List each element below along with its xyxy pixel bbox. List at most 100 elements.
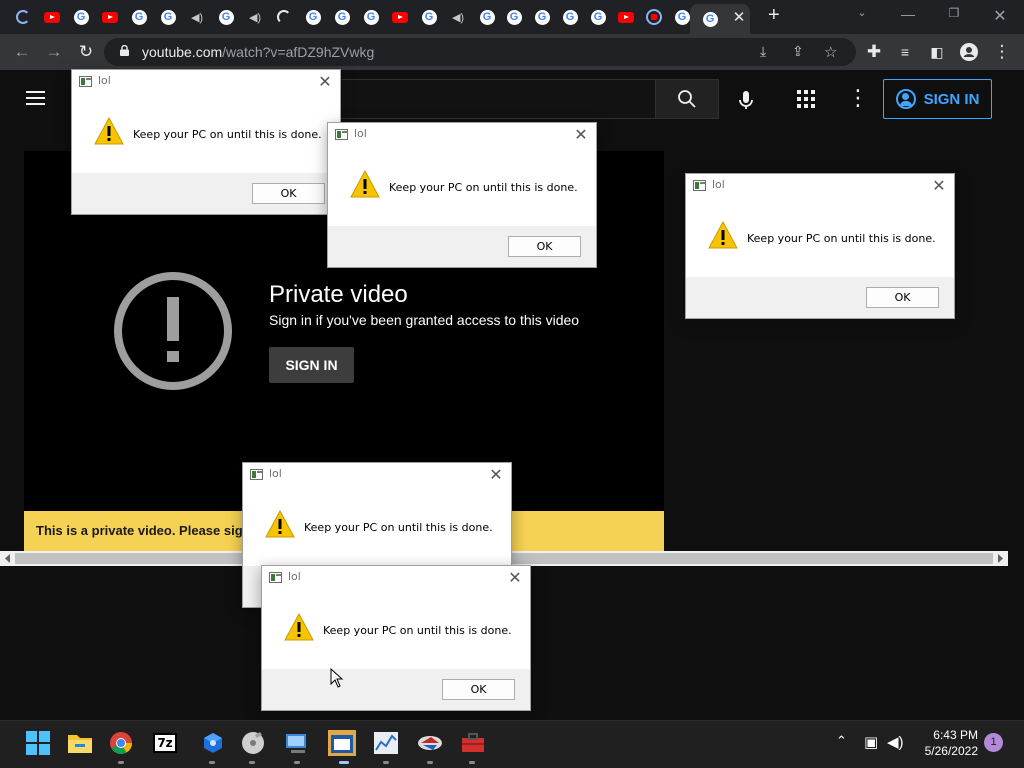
search-button[interactable] — [655, 79, 719, 119]
tab[interactable]: G — [157, 6, 179, 28]
app-disc-icon[interactable] — [239, 729, 267, 757]
close-icon[interactable]: ✕ — [571, 125, 591, 144]
bookmark-star-icon[interactable]: ☆ — [824, 43, 837, 61]
ok-button[interactable]: OK — [442, 679, 515, 700]
app-window-icon[interactable] — [328, 729, 356, 757]
start-icon[interactable] — [24, 729, 52, 757]
app-chart-icon[interactable] — [372, 729, 400, 757]
7zip-icon[interactable]: 7z — [151, 729, 179, 757]
extensions-icon[interactable]: ✚ — [862, 40, 886, 64]
install-icon[interactable]: ⤓ — [760, 43, 766, 60]
apps-grid-icon[interactable] — [797, 90, 815, 108]
tab[interactable] — [615, 6, 637, 28]
file-explorer-icon[interactable] — [66, 729, 94, 757]
tab[interactable] — [273, 6, 295, 28]
share-icon[interactable]: ⇪ — [792, 43, 804, 60]
forward-icon[interactable]: → — [42, 40, 66, 64]
dialog-footer: OK — [328, 226, 596, 267]
minimize-icon[interactable]: — — [898, 6, 918, 22]
sign-in-button[interactable]: SIGN IN — [883, 79, 992, 119]
url-host: youtube.com — [142, 44, 223, 60]
media-queue-icon[interactable]: ≡ — [893, 40, 917, 64]
clock[interactable]: 6:43 PM 5/26/2022 — [920, 727, 978, 759]
google-icon: G — [131, 9, 147, 25]
tab[interactable]: G — [587, 6, 609, 28]
tab[interactable]: G — [531, 6, 553, 28]
tab[interactable]: G — [476, 6, 498, 28]
warning-icon — [284, 613, 314, 641]
dialog-message: Keep your PC on until this is done. — [304, 521, 493, 534]
private-video-subtitle: Sign in if you've been granted access to… — [269, 312, 580, 328]
new-tab-button[interactable]: + — [768, 4, 780, 27]
app-window-icon — [79, 76, 92, 87]
app-pc-icon[interactable] — [283, 729, 311, 757]
google-icon: G — [479, 9, 495, 25]
player-sign-in-button[interactable]: SIGN IN — [269, 347, 354, 383]
scroll-left-icon[interactable] — [4, 554, 12, 563]
close-icon[interactable]: ✕ — [486, 465, 506, 484]
ok-button[interactable]: OK — [252, 183, 325, 204]
app-toolbox-icon[interactable] — [459, 729, 487, 757]
back-icon[interactable]: ← — [10, 40, 34, 64]
side-panel-icon[interactable]: ◧ — [925, 40, 949, 64]
show-hidden-icons-chevron-icon[interactable]: ⌃ — [836, 733, 847, 749]
youtube-icon — [618, 11, 634, 23]
close-icon[interactable]: ✕ — [315, 72, 335, 91]
network-icon[interactable]: ▣ — [864, 733, 878, 751]
menu-icon[interactable] — [26, 91, 45, 105]
google-icon: G — [160, 9, 176, 25]
dialog-title: lol — [98, 74, 111, 87]
mouse-cursor-icon — [330, 668, 344, 688]
running-indicator — [118, 761, 124, 764]
tab[interactable] — [99, 6, 121, 28]
microphone-icon[interactable] — [734, 88, 758, 117]
tab[interactable]: G — [360, 6, 382, 28]
google-icon: G — [534, 9, 550, 25]
app-butterfly-icon[interactable] — [416, 729, 444, 757]
tab[interactable] — [643, 6, 665, 28]
volume-icon[interactable]: ◀) — [887, 733, 904, 751]
ok-button[interactable]: OK — [508, 236, 581, 257]
ok-button[interactable]: OK — [866, 287, 939, 308]
tab[interactable] — [12, 6, 34, 28]
settings-more-icon[interactable]: ⋮ — [847, 87, 869, 109]
dialog-title: lol — [712, 178, 725, 191]
chrome-menu-icon[interactable]: ⋮ — [990, 40, 1014, 64]
chrome-icon[interactable] — [107, 729, 135, 757]
tab[interactable] — [41, 6, 63, 28]
clock-date: 5/26/2022 — [924, 744, 978, 758]
tab[interactable]: ◀) — [186, 6, 208, 28]
url-text: youtube.com/watch?v=afDZ9hZVwkg — [142, 44, 374, 60]
lock-icon — [120, 45, 129, 56]
tab[interactable]: G — [503, 6, 525, 28]
tab[interactable]: ◀) — [244, 6, 266, 28]
close-icon[interactable]: ✕ — [929, 176, 949, 195]
tab[interactable]: G — [215, 6, 237, 28]
tab-search-chevron-icon[interactable]: ⌄ — [852, 6, 872, 19]
tab[interactable]: G — [559, 6, 581, 28]
tab[interactable]: G — [418, 6, 440, 28]
tab[interactable]: G — [331, 6, 353, 28]
youtube-loading-icon — [646, 9, 662, 25]
scroll-right-icon[interactable] — [996, 554, 1004, 563]
tab[interactable]: G — [70, 6, 92, 28]
tab[interactable]: G — [302, 6, 324, 28]
close-tab-icon[interactable]: ✕ — [732, 8, 746, 26]
close-window-icon[interactable]: ✕ — [990, 6, 1010, 26]
running-indicator-active — [339, 761, 349, 764]
search-input[interactable] — [330, 79, 655, 119]
tab[interactable]: G — [128, 6, 150, 28]
app-cube-icon[interactable] — [199, 729, 227, 757]
close-icon[interactable]: ✕ — [505, 568, 525, 587]
tab[interactable] — [389, 6, 411, 28]
profile-icon[interactable] — [957, 40, 981, 64]
reload-icon[interactable]: ↻ — [74, 40, 98, 64]
restore-icon[interactable]: ❐ — [944, 6, 964, 20]
warning-icon — [94, 117, 124, 145]
address-bar[interactable]: youtube.com/watch?v=afDZ9hZVwkg ⤓ ⇪ ☆ — [104, 38, 856, 66]
google-icon: G — [363, 9, 379, 25]
notification-badge[interactable]: 1 — [984, 733, 1003, 752]
tab[interactable]: ◀) — [447, 6, 469, 28]
running-indicator — [469, 761, 475, 764]
message-dialog: lol ✕ Keep your PC on until this is done… — [327, 122, 597, 268]
